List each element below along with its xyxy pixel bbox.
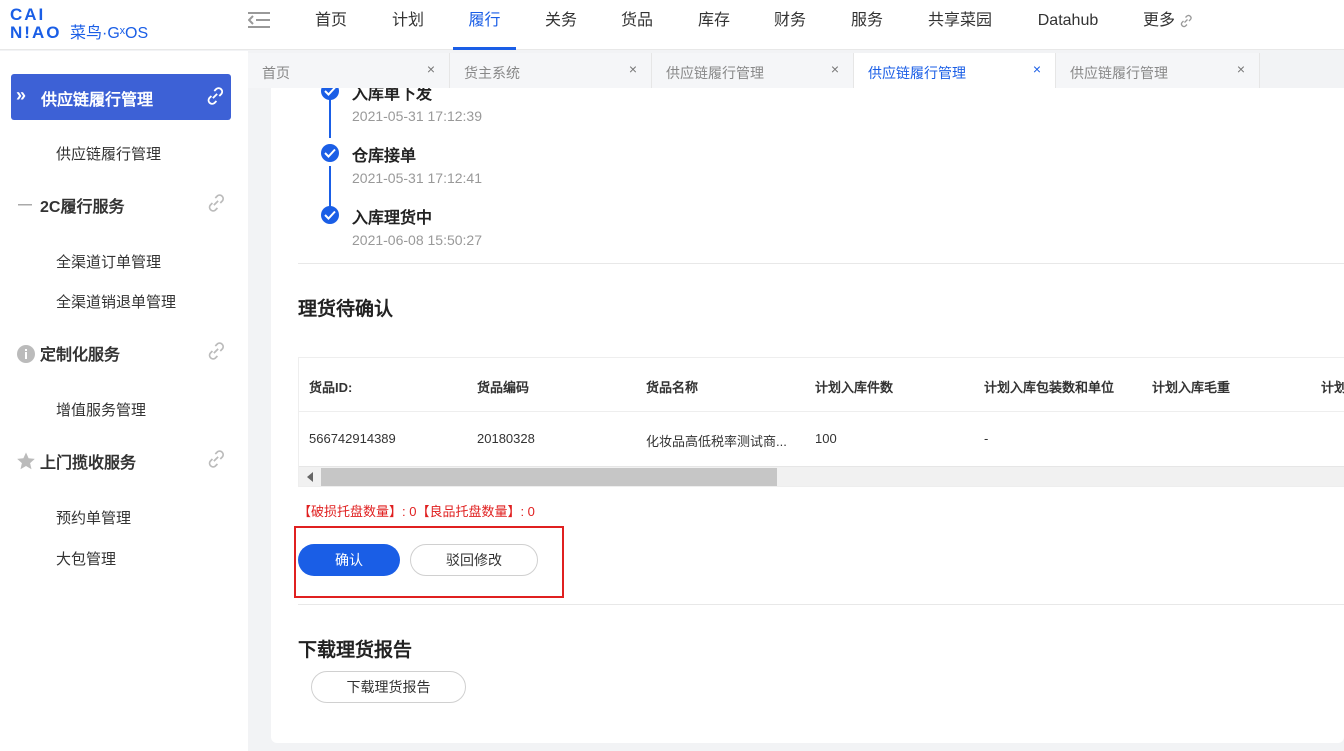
sidebar-group-title: 上门揽收服务 bbox=[40, 455, 137, 472]
sidebar-group-title: 2C履行服务 bbox=[40, 199, 125, 216]
logo-text-line2: N!AO bbox=[10, 23, 62, 42]
table-cell: 100 bbox=[815, 431, 837, 446]
nav-inventory[interactable]: 库存 bbox=[697, 0, 731, 50]
tab-owner-system[interactable]: 货主系统 × bbox=[450, 53, 652, 88]
horizontal-scrollbar[interactable] bbox=[299, 466, 1344, 486]
nav-customs[interactable]: 关务 bbox=[544, 0, 578, 50]
sidebar-item-appointments[interactable]: 预约单管理 bbox=[56, 507, 131, 528]
nav-more-label: 更多 bbox=[1143, 12, 1176, 29]
link-icon[interactable] bbox=[206, 449, 226, 469]
sidebar-item-big-package[interactable]: 大包管理 bbox=[56, 548, 116, 569]
nav-service[interactable]: 服务 bbox=[850, 0, 884, 50]
info-icon bbox=[17, 345, 35, 363]
section-divider bbox=[298, 263, 1344, 264]
nav-datahub[interactable]: Datahub bbox=[1035, 0, 1101, 50]
timeline-step-time: 2021-05-31 17:12:39 bbox=[352, 108, 482, 124]
link-icon[interactable] bbox=[206, 341, 226, 361]
scrollbar-thumb[interactable] bbox=[321, 468, 777, 486]
check-circle-icon bbox=[321, 88, 339, 100]
close-icon[interactable]: × bbox=[427, 61, 435, 77]
timeline-step-time: 2021-05-31 17:12:41 bbox=[352, 170, 482, 186]
reject-button[interactable]: 驳回修改 bbox=[410, 544, 538, 576]
link-icon[interactable] bbox=[206, 193, 226, 213]
table-header: 货品ID: bbox=[309, 380, 353, 395]
check-circle-icon bbox=[321, 144, 339, 162]
close-icon[interactable]: × bbox=[1033, 61, 1041, 77]
section-title-download: 下载理货报告 bbox=[298, 640, 413, 661]
nav-fulfillment[interactable]: 履行 bbox=[453, 0, 516, 50]
table-header: 计划入库毛重 bbox=[1152, 380, 1231, 395]
sidebar-item-supply-chain-fulfillment[interactable]: 供应链履行管理 bbox=[56, 143, 161, 164]
sidebar-group-2c-fulfillment[interactable]: 2C履行服务 bbox=[0, 189, 248, 219]
star-icon bbox=[17, 452, 35, 470]
close-icon[interactable]: × bbox=[831, 61, 839, 77]
table-header: 计划 bbox=[1321, 380, 1344, 395]
close-icon[interactable]: × bbox=[1237, 61, 1245, 77]
table-cell: 566742914389 bbox=[309, 431, 396, 446]
nav-plan[interactable]: 计划 bbox=[391, 0, 425, 50]
goods-table: 货品ID: 货品编码 货品名称 计划入库件数 计划入库包装数和单位 计划入库毛重… bbox=[298, 357, 1344, 487]
confirm-button[interactable]: 确认 bbox=[298, 544, 400, 576]
nav-shared-garden[interactable]: 共享菜园 bbox=[927, 0, 993, 50]
download-report-button[interactable]: 下载理货报告 bbox=[311, 671, 466, 703]
timeline-step-title: 仓库接单 bbox=[352, 148, 417, 165]
table-header: 货品编码 bbox=[477, 380, 530, 395]
check-circle-icon bbox=[321, 206, 339, 224]
pallet-count-text: 【破损托盘数量】: 0【良品托盘数量】: 0 bbox=[298, 504, 535, 519]
sidebar-item-value-added[interactable]: 增值服务管理 bbox=[56, 399, 146, 420]
section-title-confirm: 理货待确认 bbox=[298, 299, 394, 320]
table-header: 计划入库件数 bbox=[815, 380, 894, 395]
sidebar-group-pickup-service[interactable]: 上门揽收服务 bbox=[0, 445, 248, 475]
tab-label: 供应链履行管理 bbox=[868, 65, 966, 81]
table-cell: - bbox=[984, 431, 989, 446]
sidebar-group-title: 定制化服务 bbox=[40, 347, 121, 364]
content-card: 入库单下发 2021-05-31 17:12:39 仓库接单 2021-05-3… bbox=[271, 88, 1344, 743]
tab-label: 首页 bbox=[262, 65, 290, 81]
cainiao-logo[interactable]: CAI N!AO 菜鸟·GˣOS bbox=[10, 6, 180, 44]
sidebar-header-supply-chain[interactable]: » 供应链履行管理 bbox=[11, 74, 231, 120]
sidebar-group-custom-service[interactable]: 定制化服务 bbox=[0, 337, 248, 367]
nav-home[interactable]: 首页 bbox=[314, 0, 348, 50]
logo-subtitle: 菜鸟·GˣOS bbox=[70, 25, 149, 42]
sidebar-header-label: 供应链履行管理 bbox=[41, 92, 154, 109]
scroll-left-arrow-icon[interactable] bbox=[307, 472, 313, 482]
tab-label: 供应链履行管理 bbox=[1070, 65, 1168, 81]
table-cell: 20180328 bbox=[477, 431, 535, 446]
table-header: 货品名称 bbox=[646, 380, 699, 395]
row-separator bbox=[299, 411, 1344, 412]
tab-supply-chain-2[interactable]: 供应链履行管理 × bbox=[854, 53, 1056, 88]
sidebar-item-omni-returns[interactable]: 全渠道销退单管理 bbox=[56, 291, 176, 312]
tab-supply-chain-1[interactable]: 供应链履行管理 × bbox=[652, 53, 854, 88]
nav-finance[interactable]: 财务 bbox=[773, 0, 807, 50]
top-bar: CAI N!AO 菜鸟·GˣOS 首页 计划 履行 关务 货品 库存 财务 服务… bbox=[0, 0, 1344, 50]
link-icon bbox=[1180, 14, 1192, 27]
nav-goods[interactable]: 货品 bbox=[620, 0, 654, 50]
sidebar: » 供应链履行管理 供应链履行管理 2C履行服务 全渠道订单管理 全渠道销退单管… bbox=[0, 51, 248, 751]
section-divider bbox=[298, 604, 1344, 605]
tab-label: 货主系统 bbox=[464, 65, 520, 81]
table-cell: 化妆品高低税率测试商... bbox=[646, 434, 787, 449]
tab-home[interactable]: 首页 × bbox=[248, 53, 450, 88]
dash-icon bbox=[18, 204, 32, 206]
timeline-step-time: 2021-06-08 15:50:27 bbox=[352, 232, 482, 248]
close-icon[interactable]: × bbox=[629, 61, 637, 77]
sidebar-item-omni-orders[interactable]: 全渠道订单管理 bbox=[56, 251, 161, 272]
double-chevron-right-icon: » bbox=[16, 85, 27, 105]
tab-label: 供应链履行管理 bbox=[666, 65, 764, 81]
menu-collapse-icon[interactable] bbox=[248, 11, 270, 29]
table-header: 计划入库包装数和单位 bbox=[984, 380, 1115, 395]
timeline-step-title: 入库单下发 bbox=[352, 88, 433, 103]
nav-more[interactable]: 更多 bbox=[1143, 0, 1203, 50]
link-icon[interactable] bbox=[205, 86, 225, 106]
tab-bar: 首页 × 货主系统 × 供应链履行管理 × 供应链履行管理 × 供应链履行管理 … bbox=[248, 51, 1344, 88]
timeline-step-title: 入库理货中 bbox=[352, 210, 433, 227]
tab-supply-chain-3[interactable]: 供应链履行管理 × bbox=[1056, 53, 1260, 88]
logo-text-line1: CAI bbox=[10, 5, 46, 24]
